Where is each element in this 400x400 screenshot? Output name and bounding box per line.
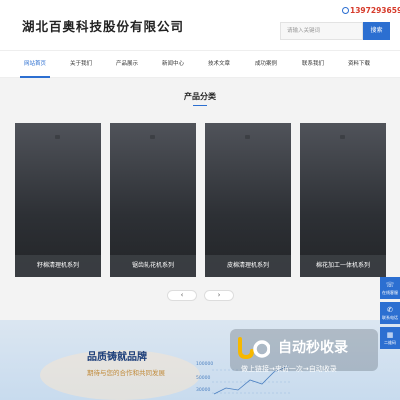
product-card[interactable]: 锯齿轧花机系列 (110, 123, 196, 277)
banner-chart-label: 30000 (196, 388, 211, 393)
product-card-label: 籽棉清理机系列 (15, 255, 101, 277)
product-card-label: 皮棉清理机系列 (205, 255, 291, 277)
title-underline (193, 105, 207, 106)
nav-item-contact[interactable]: 联系我们 (302, 51, 324, 78)
watermark-subtext: 做上链接→来访一次→自动收录 (241, 365, 337, 373)
carousel-prev-button[interactable]: ‹ (167, 290, 197, 301)
chat-icon: ☏ (385, 281, 395, 289)
product-card[interactable]: 棉花加工一体机系列 (300, 123, 386, 277)
nav-item-about[interactable]: 关于我们 (70, 51, 92, 78)
product-category-section: 产品分类 籽棉清理机系列 锯齿轧花机系列 皮棉清理机系列 棉花加工一体机系列 ‹… (0, 78, 400, 320)
image-placeholder-icon (150, 135, 155, 139)
site-header: 湖北百奥科技股份有限公司 13972936597 请输入关键词 搜索 (0, 0, 400, 50)
image-placeholder-icon (340, 135, 345, 139)
nav-item-home[interactable]: 网站首页 (19, 51, 51, 78)
side-tool-label: 二维码 (384, 340, 396, 345)
chevron-right-icon: › (217, 291, 221, 299)
nav-item-news[interactable]: 新闻中心 (162, 51, 184, 78)
side-tool-chat[interactable]: ☏ 在线客服 (380, 277, 400, 299)
phone-icon: ✆ (387, 306, 393, 314)
nav-item-articles[interactable]: 技术文章 (208, 51, 230, 78)
hotline-number: 13972936597 (350, 6, 400, 15)
qrcode-icon: ▦ (386, 331, 394, 339)
banner-chart-label: 100000 (196, 362, 214, 367)
nav-item-downloads[interactable]: 资料下载 (348, 51, 370, 78)
nav-item-products[interactable]: 产品展示 (116, 51, 138, 78)
watermark-logo-icon (238, 337, 270, 360)
section-title: 产品分类 (184, 92, 216, 101)
nav-item-cases[interactable]: 成功案例 (255, 51, 277, 78)
image-placeholder-icon (55, 135, 60, 139)
product-card-label: 锯齿轧花机系列 (110, 255, 196, 277)
banner-title: 品质铸就品牌 (87, 352, 147, 363)
product-card[interactable]: 皮棉清理机系列 (205, 123, 291, 277)
image-placeholder-icon (245, 135, 250, 139)
watermark-text: 自动秒收录 (278, 340, 348, 356)
product-card[interactable]: 籽棉清理机系列 (15, 123, 101, 277)
side-tool-phone[interactable]: ✆ 联系电话 (380, 302, 400, 324)
side-tool-label: 联系电话 (382, 315, 398, 320)
carousel-next-button[interactable]: › (204, 290, 234, 301)
product-card-label: 棉花加工一体机系列 (300, 255, 386, 277)
chevron-left-icon: ‹ (180, 291, 184, 299)
side-tool-qrcode[interactable]: ▦ 二维码 (380, 327, 400, 349)
banner-subtitle: 期待与您的合作和共同发展 (87, 369, 165, 377)
company-name[interactable]: 湖北百奥科技股份有限公司 (22, 16, 184, 35)
main-nav: 网站首页 关于我们 产品展示 新闻中心 技术文章 成功案例 联系我们 资料下载 (0, 50, 400, 78)
hotline: 13972936597 (342, 6, 400, 15)
search-button[interactable]: 搜索 (363, 22, 390, 40)
side-tool-label: 在线客服 (382, 290, 398, 295)
phone-icon (342, 7, 349, 14)
search-input[interactable]: 请输入关键词 (280, 22, 363, 40)
banner-chart-label: 50000 (196, 376, 211, 381)
